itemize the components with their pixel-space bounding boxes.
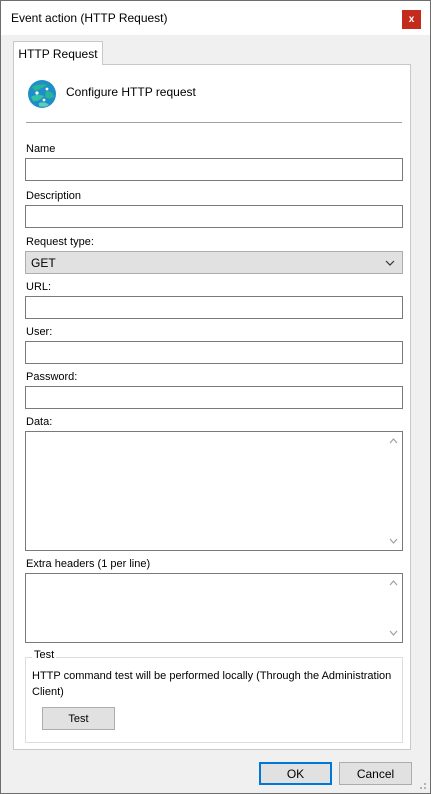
request-type-value: GET <box>31 255 56 270</box>
resize-grip-icon[interactable] <box>417 780 427 790</box>
window-title: Event action (HTTP Request) <box>11 11 168 25</box>
request-type-label: Request type: <box>26 236 94 248</box>
name-label: Name <box>26 143 56 155</box>
scroll-down-icon[interactable] <box>389 630 398 636</box>
test-group-title: Test <box>32 649 57 661</box>
description-label: Description <box>26 190 82 202</box>
test-button-label: Test <box>68 712 89 725</box>
data-scrollbar[interactable] <box>385 432 402 550</box>
description-input[interactable] <box>25 205 403 228</box>
close-icon: x <box>408 14 415 25</box>
scroll-up-icon[interactable] <box>389 580 398 586</box>
data-label: Data: <box>26 416 53 428</box>
tab-http-request[interactable]: HTTP Request <box>13 41 103 65</box>
extra-headers-scrollbar[interactable] <box>385 574 402 642</box>
test-button[interactable]: Test <box>42 707 115 730</box>
name-input[interactable] <box>25 158 403 181</box>
scroll-up-icon[interactable] <box>389 438 398 444</box>
test-group-description: HTTP command test will be performed loca… <box>32 670 392 698</box>
user-input[interactable] <box>25 341 403 364</box>
scroll-down-icon[interactable] <box>389 538 398 544</box>
request-type-select[interactable]: GET <box>25 251 403 274</box>
user-label: User: <box>26 326 53 338</box>
globe-network-icon <box>28 80 56 108</box>
password-label: Password: <box>26 371 78 383</box>
header-title: Configure HTTP request <box>66 85 196 99</box>
extra-headers-label: Extra headers (1 per line) <box>26 558 151 570</box>
header-separator <box>26 122 402 123</box>
url-input[interactable] <box>25 296 403 319</box>
ok-button[interactable]: OK <box>259 762 332 785</box>
tab-label: HTTP Request <box>18 46 98 61</box>
chevron-down-icon <box>385 260 395 266</box>
title-bar: Event action (HTTP Request) x <box>1 1 430 35</box>
close-button[interactable]: x <box>402 10 421 29</box>
cancel-button-label: Cancel <box>356 766 395 781</box>
test-group: Test HTTP command test will be performed… <box>25 649 403 743</box>
url-label: URL: <box>26 281 52 293</box>
http-request-dialog: Event action (HTTP Request) x HTTP Reque… <box>0 0 431 794</box>
http-request-tab-panel: Configure HTTP request Name Description … <box>13 64 411 750</box>
ok-button-label: OK <box>286 766 305 781</box>
data-textarea[interactable] <box>25 431 403 551</box>
cancel-button[interactable]: Cancel <box>339 762 412 785</box>
password-input[interactable] <box>25 386 403 409</box>
extra-headers-textarea[interactable] <box>25 573 403 643</box>
